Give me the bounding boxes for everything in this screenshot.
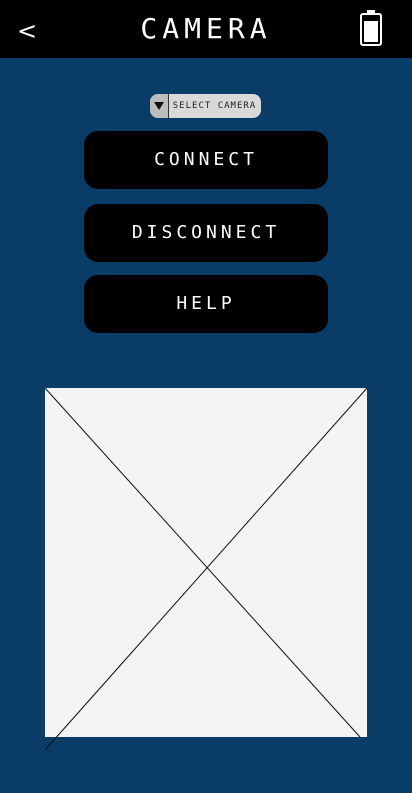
top-bar: < CAMERA (0, 0, 412, 58)
battery-icon (360, 10, 382, 46)
disconnect-button[interactable]: DISCONNECT (84, 204, 328, 262)
image-placeholder-icon (44, 387, 368, 751)
help-button[interactable]: HELP (84, 275, 328, 333)
camera-select[interactable]: SELECT CAMERA (150, 94, 261, 118)
triangle-down-icon (150, 94, 169, 118)
page-title: CAMERA (140, 12, 272, 45)
camera-preview (44, 387, 368, 751)
connect-button[interactable]: CONNECT (84, 131, 328, 189)
camera-select-value: SELECT CAMERA (172, 101, 257, 111)
